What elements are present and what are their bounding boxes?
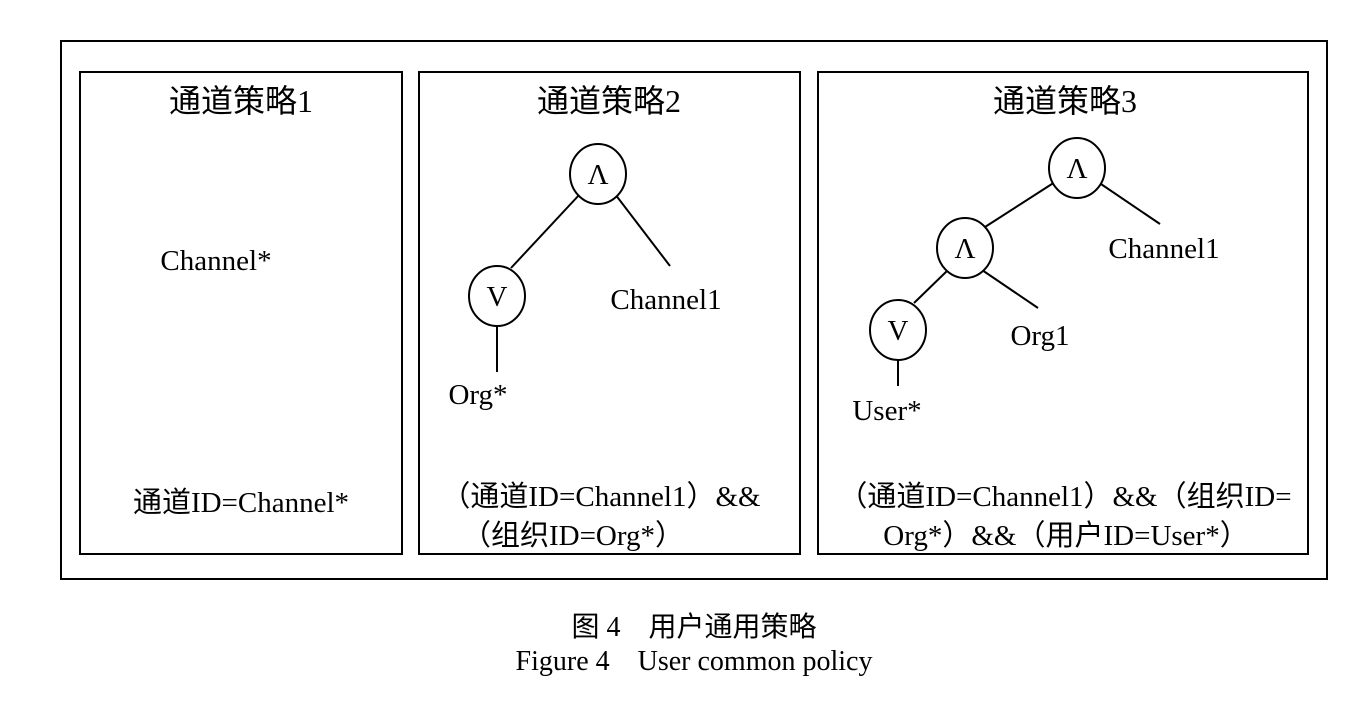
panel-3-edge-mid-org (981, 269, 1039, 309)
panel-3-and-node-mid: Λ (936, 217, 994, 279)
panel-3-expression-line1: （通道ID=Channel1）&&（组织ID= (838, 480, 1291, 513)
panel-2-title: 通道策略2 (537, 83, 681, 119)
and-icon: Λ (587, 159, 608, 191)
panel-1-expression: 通道ID=Channel* (133, 486, 349, 519)
and-icon: Λ (1066, 153, 1087, 185)
panel-1-frame (79, 71, 403, 555)
panel-3-expression-line2: Org*）&&（用户ID=User*） (883, 519, 1248, 552)
panel-2-leaf-org: Org* (448, 379, 507, 411)
and-icon: Λ (954, 233, 975, 265)
panel-2-leaf-channel1: Channel1 (610, 284, 721, 316)
panel-1-leaf-channel: Channel* (160, 245, 271, 277)
panel-2-edge-root-child (510, 193, 581, 269)
panel-3-edge-mid-low (913, 269, 949, 304)
or-icon: V (487, 281, 508, 313)
panel-2-expression-line1: （通道ID=Channel1）&& (441, 480, 761, 513)
panel-1-title: 通道策略1 (169, 83, 313, 119)
panel-3-edge-root-channel (1097, 181, 1161, 225)
panel-3-edge-root-mid (984, 181, 1056, 228)
panel-3-title: 通道策略3 (993, 83, 1137, 119)
figure-canvas: 通道策略1 Channel* 通道ID=Channel* 通道策略2 Λ V C… (60, 40, 1328, 677)
panel-1: 通道策略1 Channel* 通道ID=Channel* (79, 71, 403, 555)
panel-2: 通道策略2 Λ V Channel1 Org* （通道ID=Channel1）&… (418, 71, 801, 555)
panel-3: 通道策略3 Λ Λ V Channel1 Org1 User* （通道ID=Ch… (817, 71, 1309, 555)
panel-3-and-node-root: Λ (1048, 137, 1106, 199)
panel-3-leaf-org1: Org1 (1010, 320, 1069, 352)
caption-chinese: 图 4 用户通用策略 (571, 611, 816, 643)
panel-2-edge-root-leaf (614, 193, 671, 267)
panel-2-and-node: Λ (569, 143, 627, 205)
or-icon: V (888, 315, 909, 347)
panel-3-or-node: V (869, 299, 927, 361)
panel-2-expression-line2: （组织ID=Org*） (462, 519, 684, 552)
caption-english: Figure 4 User common policy (516, 646, 873, 677)
panel-2-or-node: V (468, 265, 526, 327)
panel-3-leaf-channel1: Channel1 (1108, 233, 1219, 265)
panel-3-leaf-user: User* (852, 395, 921, 427)
